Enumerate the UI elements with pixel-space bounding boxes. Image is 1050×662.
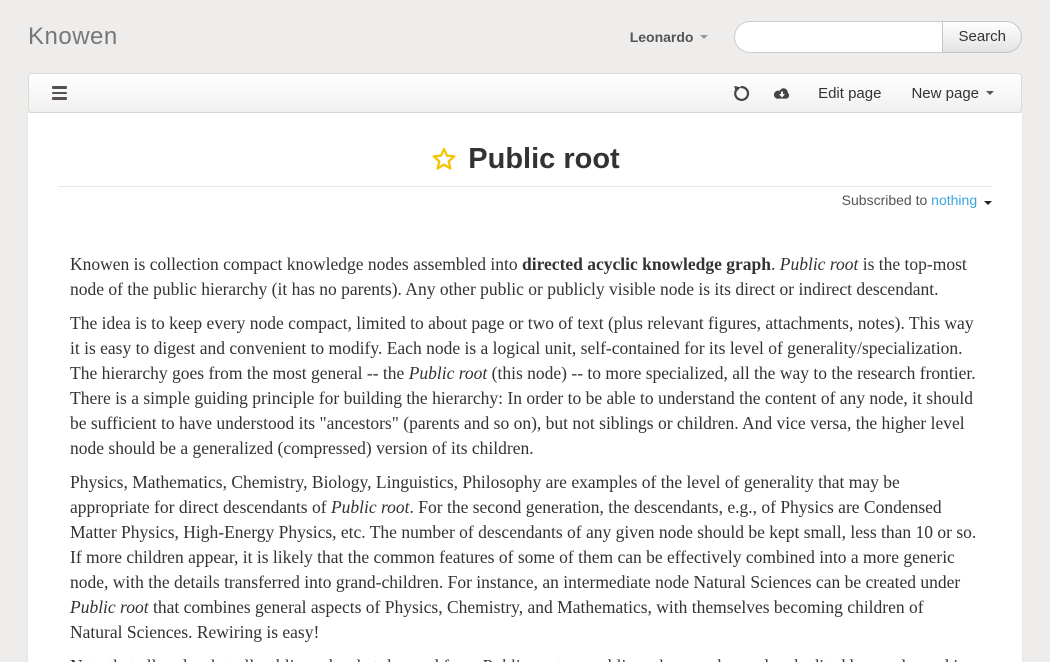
edit-page-button[interactable]: Edit page	[803, 85, 896, 102]
article-body: Knowen is collection compact knowledge n…	[58, 252, 992, 662]
search-group: Search	[734, 21, 1022, 53]
paragraph-4: Note that all nodes that all public node…	[70, 654, 980, 662]
article-title-row: Public root	[58, 141, 992, 177]
page-title: Public root	[468, 143, 619, 176]
subscription-target-link[interactable]: nothing	[931, 192, 977, 208]
paragraph-3: Physics, Mathematics, Chemistry, Biology…	[70, 470, 980, 645]
chevron-down-icon	[986, 91, 994, 95]
subscribed-prefix: Subscribed to	[842, 192, 928, 208]
subscription-row: Subscribed to nothing	[58, 192, 992, 210]
chevron-down-icon	[700, 35, 708, 39]
title-divider	[58, 186, 992, 187]
star-favorite-icon[interactable]	[430, 146, 458, 173]
edit-page-label: Edit page	[818, 85, 881, 102]
toolbar-right-group: Edit page New page	[722, 85, 1009, 102]
search-input[interactable]	[734, 21, 942, 53]
app-logo[interactable]: Knowen	[28, 23, 118, 51]
header-right-group: Leonardo Search	[630, 21, 1022, 53]
site-header: Knowen Leonardo Search	[0, 0, 1050, 73]
chevron-down-icon[interactable]	[984, 201, 992, 205]
history-icon[interactable]	[722, 85, 761, 102]
search-button[interactable]: Search	[942, 21, 1022, 53]
new-page-dropdown[interactable]: New page	[896, 85, 1009, 102]
page-toolbar: Edit page New page	[28, 73, 1022, 113]
user-menu-label: Leonardo	[630, 29, 694, 45]
cloud-download-icon[interactable]	[761, 86, 803, 101]
new-page-label: New page	[911, 85, 979, 102]
hamburger-menu-icon[interactable]	[47, 81, 72, 105]
user-menu[interactable]: Leonardo	[630, 29, 709, 45]
paragraph-2: The idea is to keep every node compact, …	[70, 311, 980, 461]
paragraph-1: Knowen is collection compact knowledge n…	[70, 252, 980, 302]
article-panel: Public root Subscribed to nothing Knowen…	[28, 113, 1022, 662]
